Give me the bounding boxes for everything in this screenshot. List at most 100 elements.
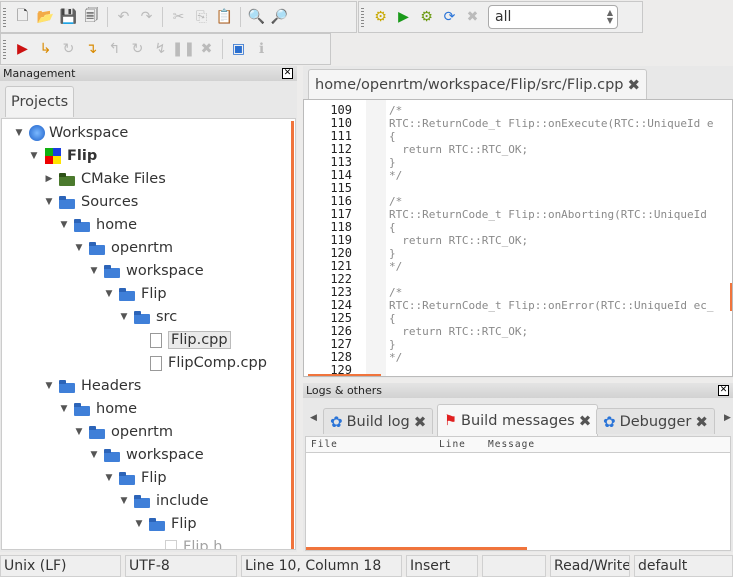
undo-icon[interactable]: ↶	[112, 6, 135, 28]
tab-build-messages[interactable]: ⚑ Build messages ✖	[437, 404, 599, 436]
new-file-icon[interactable]: 🗋	[11, 6, 34, 28]
save-icon[interactable]: 💾	[57, 6, 80, 28]
tree-item-label: include	[156, 493, 209, 509]
tree-item-label: Flip.h	[183, 539, 223, 550]
tree-item[interactable]: ▼ Flip	[102, 467, 167, 489]
expand-arrow-icon[interactable]: ▼	[102, 473, 116, 483]
paste-icon[interactable]: 📋	[213, 6, 236, 28]
tree-item[interactable]: ▶ CMake Files	[42, 168, 166, 190]
expand-arrow-icon[interactable]: ▼	[72, 427, 86, 437]
expand-arrow-icon[interactable]: ▼	[132, 519, 146, 529]
collapse-arrow-icon[interactable]: ▶	[42, 174, 56, 184]
close-tab-icon[interactable]: ✖	[579, 412, 592, 430]
close-tab-icon[interactable]: ✖	[414, 413, 427, 431]
tab-debugger[interactable]: ✿ Debugger ✖	[596, 408, 715, 434]
tree-item-label: home	[96, 401, 138, 417]
column-file[interactable]: File	[311, 439, 338, 450]
tab-build-log[interactable]: ✿ Build log ✖	[323, 408, 434, 434]
expand-arrow-icon[interactable]: ▼	[42, 381, 56, 391]
tree-item[interactable]: ▼ Sources	[42, 191, 139, 213]
tree-item[interactable]: ▼ openrtm	[72, 421, 173, 443]
build-run-icon[interactable]: ⚙	[415, 6, 438, 28]
horizontal-scrollbar[interactable]	[306, 547, 527, 550]
code-line: /*	[389, 195, 403, 208]
run-to-cursor-icon[interactable]: ↳	[34, 38, 57, 60]
tree-item[interactable]: ▼ openrtm	[72, 237, 173, 259]
save-all-icon[interactable]: 🗐	[80, 6, 103, 28]
tree-item[interactable]: ▼ include	[117, 490, 209, 512]
expand-arrow-icon[interactable]: ▼	[102, 289, 116, 299]
find-icon[interactable]: 🔍	[245, 6, 268, 28]
build-target-select[interactable]: all ▲ ▼	[488, 5, 618, 29]
scroll-left-icon[interactable]: ◀	[310, 413, 317, 423]
close-icon[interactable]: ✕	[282, 68, 293, 79]
abort-icon[interactable]: ✖	[461, 6, 484, 28]
replace-icon[interactable]: 🔎	[268, 6, 291, 28]
toolbar-grip[interactable]	[361, 8, 364, 28]
rebuild-icon[interactable]: ⟳	[438, 6, 461, 28]
expand-arrow-icon[interactable]: ▼	[27, 151, 41, 161]
tree-item[interactable]: Flip.cpp	[132, 329, 231, 351]
expand-arrow-icon[interactable]: ▼	[57, 404, 71, 414]
next-line-icon[interactable]: ↻	[57, 38, 80, 60]
status-empty	[482, 555, 546, 577]
run-icon[interactable]: ▶	[392, 6, 415, 28]
info-icon[interactable]: ℹ	[250, 38, 273, 60]
tree-item-label: Flip	[67, 148, 98, 164]
scrollbar[interactable]	[291, 121, 294, 549]
close-icon[interactable]: ✕	[718, 385, 729, 396]
tree-item-label: openrtm	[111, 240, 173, 256]
tab-projects[interactable]: Projects	[5, 86, 75, 117]
tree-item[interactable]: ▼ home	[57, 398, 138, 420]
toolbar-grip[interactable]	[3, 40, 6, 60]
debug-windows-icon[interactable]: ▣	[227, 38, 250, 60]
step-out-icon[interactable]: ↰	[103, 38, 126, 60]
horizontal-scrollbar[interactable]	[308, 374, 381, 376]
tree-item[interactable]: Flip.h	[147, 536, 223, 550]
tree-item[interactable]: ▼ home	[57, 214, 138, 236]
next-instruction-icon[interactable]: ↻	[126, 38, 149, 60]
build-icon[interactable]: ⚙	[369, 6, 392, 28]
expand-arrow-icon[interactable]: ▼	[12, 128, 26, 138]
toolbar-grip[interactable]	[3, 8, 6, 28]
step-into-icon[interactable]: ↴	[80, 38, 103, 60]
tree-item[interactable]: ▼ Flip	[27, 145, 97, 167]
tree-item[interactable]: FlipComp.cpp	[132, 352, 267, 374]
copy-icon[interactable]: ⎘	[190, 6, 213, 28]
column-message[interactable]: Message	[488, 439, 535, 450]
close-tab-icon[interactable]: ✖	[695, 413, 708, 431]
editor-tab[interactable]: home/openrtm/workspace/Flip/src/Flip.cpp…	[308, 69, 648, 99]
step-instruction-icon[interactable]: ↯	[149, 38, 172, 60]
expand-arrow-icon[interactable]: ▼	[72, 243, 86, 253]
tab-label: Debugger	[619, 413, 692, 430]
pause-icon[interactable]: ❚❚	[172, 38, 195, 60]
tree-item-label: Headers	[81, 378, 142, 394]
expand-arrow-icon[interactable]: ▼	[87, 450, 101, 460]
expand-arrow-icon[interactable]: ▼	[117, 312, 131, 322]
tree-item[interactable]: ▼ workspace	[87, 444, 204, 466]
debug-run-icon[interactable]: ▶	[11, 38, 34, 60]
expand-arrow-icon[interactable]: ▼	[42, 197, 56, 207]
tree-item[interactable]: ▼ Headers	[42, 375, 142, 397]
tree-item[interactable]: ▼ Flip	[132, 513, 197, 535]
redo-icon[interactable]: ↷	[135, 6, 158, 28]
column-line[interactable]: Line	[439, 439, 466, 450]
build-messages-list[interactable]: File Line Message	[305, 436, 731, 551]
open-icon[interactable]: 📂	[34, 6, 57, 28]
cut-icon[interactable]: ✂	[167, 6, 190, 28]
expand-arrow-icon[interactable]: ▼	[117, 496, 131, 506]
logs-panel: Logs & others ✕ ◀ ✿ Build log ✖ ⚑ Build …	[303, 383, 733, 552]
code-editor[interactable]: 109/* 110 RTC::ReturnCode_t Flip::onExecut…	[303, 99, 733, 377]
scroll-right-icon[interactable]: ▶	[724, 413, 731, 423]
close-tab-icon[interactable]: ✖	[627, 76, 640, 94]
tree-item[interactable]: ▼ Workspace	[12, 122, 128, 144]
stop-icon[interactable]: ✖	[195, 38, 218, 60]
tree-item[interactable]: ▼ workspace	[87, 260, 204, 282]
expand-arrow-icon[interactable]: ▼	[87, 266, 101, 276]
tree-item[interactable]: ▼ Flip	[102, 283, 167, 305]
project-tree[interactable]: ▼ Workspace ▼ Flip ▶ CMake Files ▼ Sources ▼ home…	[1, 118, 296, 550]
gear-icon: ✿	[330, 412, 343, 431]
folder-icon	[104, 264, 121, 278]
expand-arrow-icon[interactable]: ▼	[57, 220, 71, 230]
tree-item[interactable]: ▼ src	[117, 306, 178, 328]
